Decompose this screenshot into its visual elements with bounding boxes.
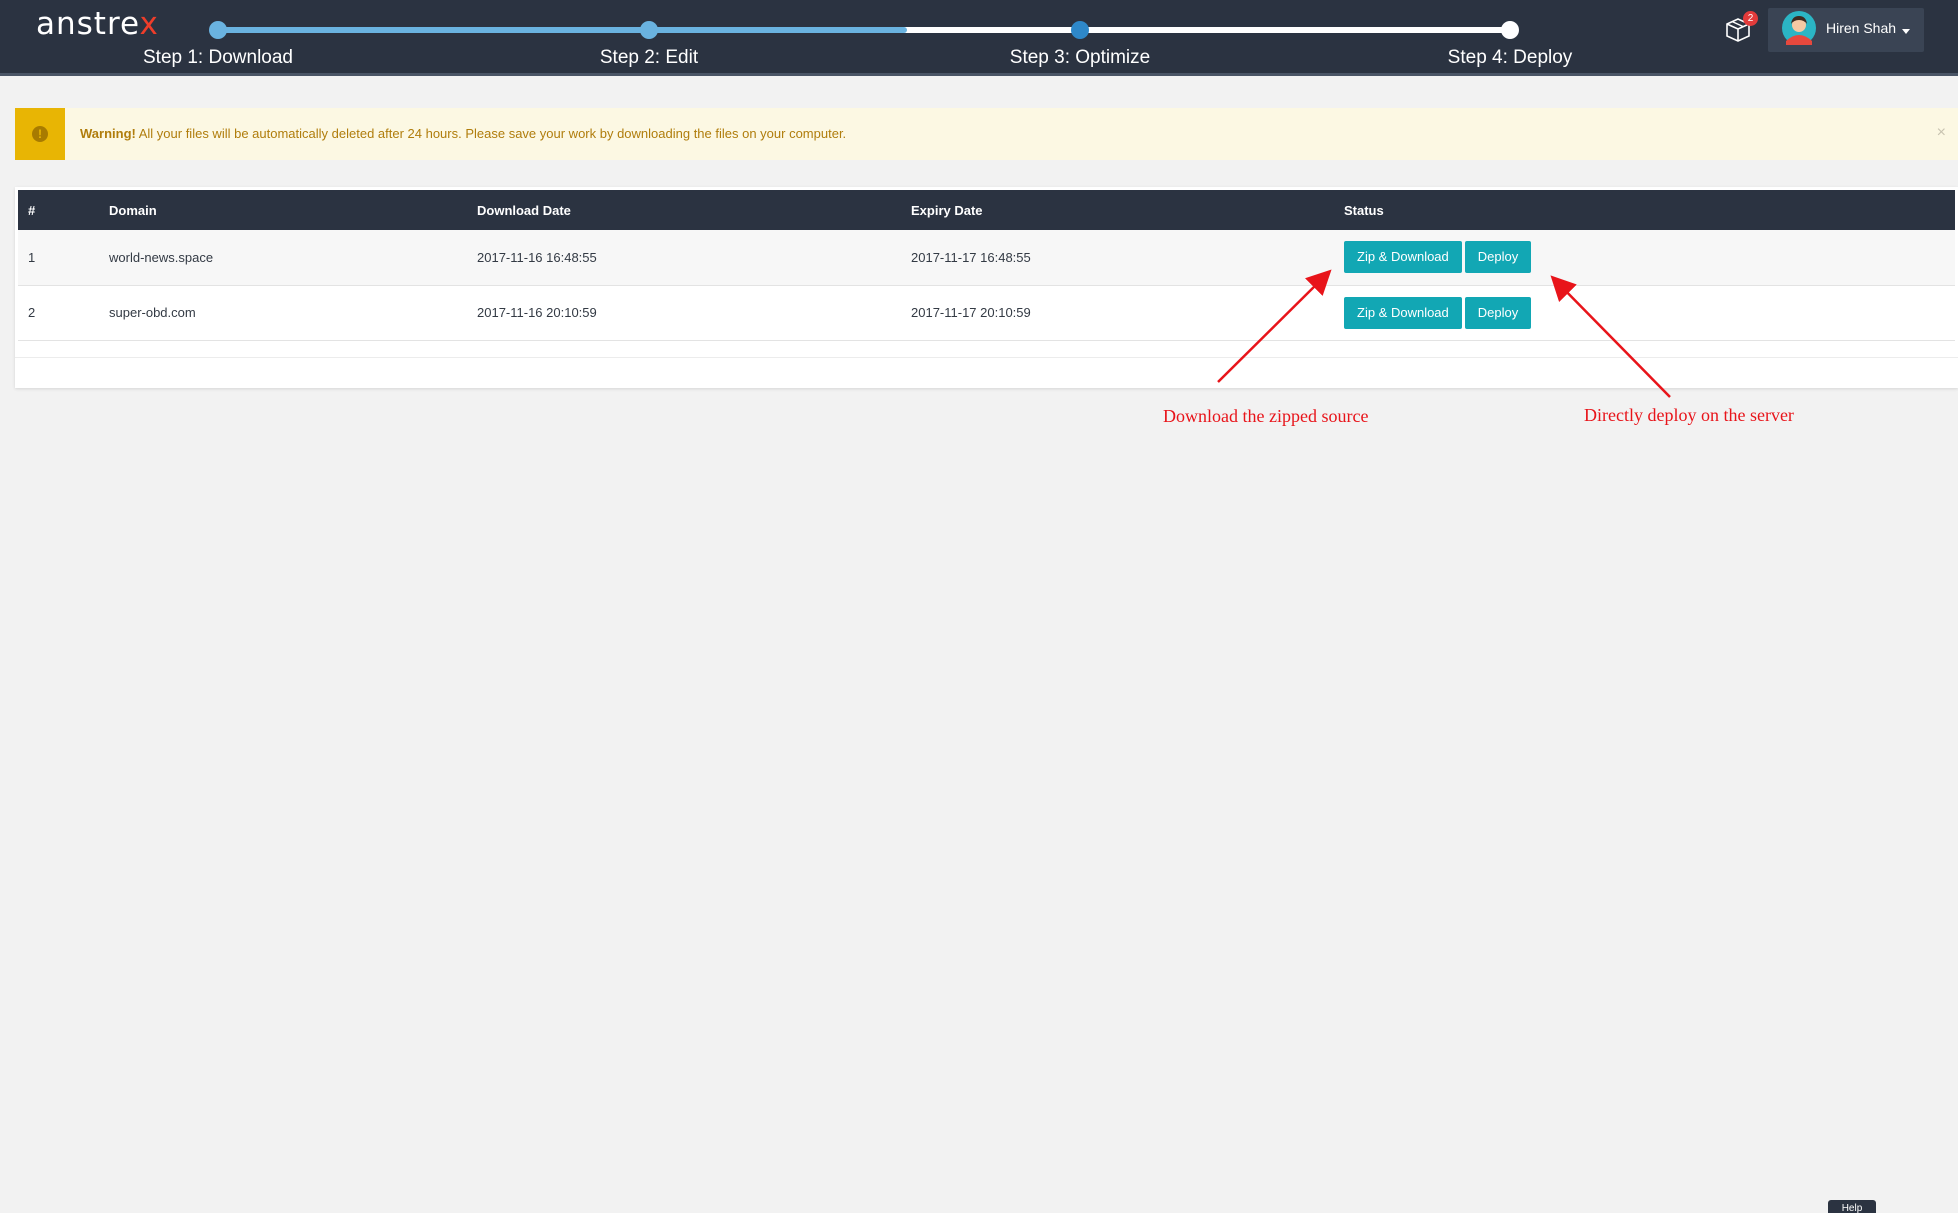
row-domain: world-news.space [109,249,214,265]
notification-badge: 2 [1743,11,1758,26]
row-index: 1 [28,249,36,265]
row-index: 2 [28,305,36,320]
row-status: Zip & Download Deploy [1344,285,1955,340]
user-menu[interactable]: Hiren Shah [1768,8,1924,52]
step-4-label[interactable]: Step 4: Deploy [1380,47,1640,69]
close-icon[interactable]: × [1937,124,1946,142]
step-3-dot[interactable] [1071,21,1089,39]
stepper-track [218,27,1510,33]
row-download-date: 2017-11-16 20:10:59 [477,305,597,320]
row-expiry-date: 2017-11-17 20:10:59 [911,305,1031,320]
notifications-button[interactable]: 2 [1722,11,1758,44]
deploy-annotation-text: Directly deploy on the server [1584,405,1794,425]
help-button[interactable]: Help [1828,1200,1876,1213]
alert-icon-box: ! [15,108,65,160]
chevron-down-icon [1902,29,1910,34]
user-name: Hiren Shah [1826,20,1897,36]
table-header-row: # Domain Download Date Expiry Date Statu… [18,190,1955,230]
stepper-track-fill [218,27,907,33]
step-2-label[interactable]: Step 2: Edit [519,47,779,69]
alert-message: Warning! All your files will be automati… [80,126,846,141]
col-header-domain: Domain [109,202,157,218]
warning-alert: ! Warning! All your files will be automa… [15,108,1958,160]
anstrex-logo[interactable]: anstrex [36,6,159,42]
alert-strong: Warning! [80,126,136,141]
top-navbar: anstrex Step 1: Download Step 2: Edit St… [0,0,1958,76]
step-1-dot[interactable] [209,21,227,39]
step-2-dot[interactable] [640,21,658,39]
table-row: 2 super-obd.com 2017-11-16 20:10:59 2017… [18,285,1955,340]
row-expiry-date: 2017-11-17 16:48:55 [911,249,1031,265]
step-3-label[interactable]: Step 3: Optimize [950,47,1210,69]
col-header-download-date: Download Date [477,202,571,218]
user-avatar-icon [1782,11,1816,45]
alert-body: All your files will be automatically del… [135,126,847,141]
exclamation-circle-icon: ! [32,126,48,142]
zip-download-button[interactable]: Zip & Download [1344,296,1462,329]
zip-download-button[interactable]: Zip & Download [1344,241,1462,274]
col-header-index: # [28,202,36,218]
annotation-arrows [1217,269,1671,398]
row-download-date: 2017-11-16 16:48:55 [477,249,597,265]
downloads-table: # Domain Download Date Expiry Date Statu… [18,190,1955,341]
card-footer-divider [15,357,1958,358]
col-header-expiry-date: Expiry Date [911,202,983,218]
col-header-status: Status [1344,202,1384,218]
row-domain: super-obd.com [109,305,196,320]
logo-text-accent: x [139,6,159,42]
deploy-button[interactable]: Deploy [1464,296,1532,329]
downloads-card: # Domain Download Date Expiry Date Statu… [15,187,1958,388]
row-status: Zip & Download Deploy [1344,230,1955,285]
step-1-label[interactable]: Step 1: Download [88,47,348,69]
table-row: 1 world-news.space 2017-11-16 16:48:55 2… [18,230,1955,285]
zip-annotation-text: Download the zipped source [1163,406,1369,426]
step-4-dot[interactable] [1501,21,1519,39]
deploy-button[interactable]: Deploy [1464,241,1532,274]
logo-text: anstre [36,6,140,42]
progress-stepper [209,21,1519,39]
